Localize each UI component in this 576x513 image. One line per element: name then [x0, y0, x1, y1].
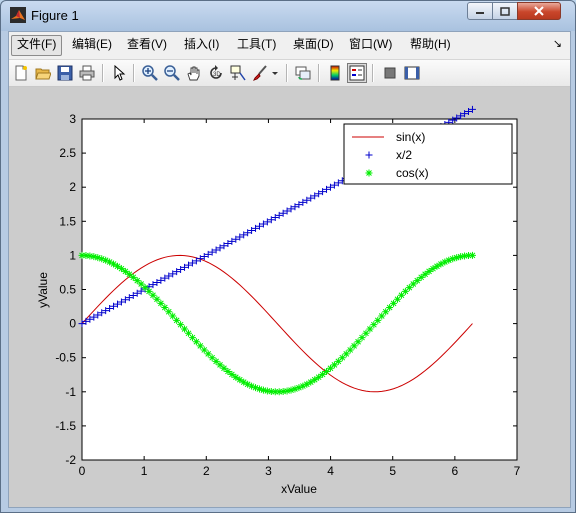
menu-tools[interactable]: 工具(T)	[232, 35, 281, 54]
x-tick-label: 4	[327, 464, 334, 478]
rotate-3d-icon: 3D	[210, 65, 222, 79]
show-plot-tools-icon	[404, 66, 420, 80]
x-tick-label: 1	[141, 464, 148, 478]
minimize-icon	[476, 12, 484, 14]
zoom-in-icon	[142, 65, 158, 81]
legend-label: cos(x)	[396, 166, 429, 180]
figure-window: Figure 1 文件(F) 编辑(E) 查看(V) 插入(I) 工具(T) 桌…	[0, 0, 576, 513]
y-axis-label: yValue	[36, 272, 50, 308]
y-tick-label: -0.5	[55, 351, 76, 365]
series-marker	[323, 367, 331, 375]
title-bar[interactable]: Figure 1	[1, 1, 575, 31]
pan-button[interactable]	[184, 63, 204, 83]
toolbar-separator	[318, 64, 320, 82]
zoom-in-button[interactable]	[140, 63, 160, 83]
menu-window[interactable]: 窗口(W)	[344, 35, 397, 54]
y-tick-label: -1	[65, 385, 76, 399]
y-tick-label: 2.5	[59, 146, 76, 160]
x-tick-label: 6	[452, 464, 459, 478]
data-cursor-icon	[230, 65, 246, 81]
x-tick-label: 2	[203, 464, 210, 478]
x-axis-label: xValue	[281, 482, 317, 496]
x-tick-labels: 0 1 2 3 4 5 6 7	[79, 464, 521, 478]
data-cursor-button[interactable]	[228, 63, 248, 83]
hide-plot-tools-button[interactable]	[380, 63, 400, 83]
print-icon	[79, 65, 95, 81]
minimize-button[interactable]	[467, 2, 493, 20]
y-tick-label: 0.5	[59, 283, 76, 297]
edit-plot-button[interactable]	[109, 63, 129, 83]
menu-insert[interactable]: 插入(I)	[179, 35, 224, 54]
insert-legend-icon	[349, 65, 365, 81]
brush-dropdown[interactable]	[270, 63, 280, 83]
print-button[interactable]	[77, 63, 97, 83]
series-marker	[417, 273, 425, 281]
x-tick-label: 3	[265, 464, 272, 478]
x-tick-label: 0	[79, 464, 86, 478]
maximize-icon	[500, 6, 510, 16]
series-marker	[468, 251, 476, 259]
menu-bar: 文件(F) 编辑(E) 查看(V) 插入(I) 工具(T) 桌面(D) 窗口(W…	[9, 32, 570, 58]
menu-file[interactable]: 文件(F)	[11, 35, 63, 56]
y-tick-label: -2	[65, 453, 76, 467]
y-tick-label: -1.5	[55, 419, 76, 433]
close-icon	[534, 6, 544, 16]
link-plot-icon	[295, 66, 311, 80]
menu-edit[interactable]: 编辑(E)	[67, 35, 117, 54]
new-figure-button[interactable]	[11, 63, 31, 83]
menu-help[interactable]: 帮助(H)	[405, 35, 456, 54]
zoom-out-icon	[164, 65, 180, 81]
plot-svg: 0 1 2 3 4 5 6 7 -2 -1.5 -1 -0.5 0 0.5 1 1.5 2 2.5 3 xValu…	[36, 105, 521, 496]
menubar-dock-arrow-icon[interactable]: ↘	[553, 37, 562, 50]
y-tick-label: 3	[69, 112, 76, 126]
menu-desktop[interactable]: 桌面(D)	[288, 35, 339, 54]
figure-canvas: 0 1 2 3 4 5 6 7 -2 -1.5 -1 -0.5 0 0.5 1 1.5 2 2.5 3 xValu…	[9, 87, 570, 507]
brush-icon	[253, 65, 267, 81]
toolbar-separator	[372, 64, 374, 82]
brush-button[interactable]	[250, 63, 270, 83]
svg-text:3D: 3D	[213, 72, 221, 78]
rotate-3d-button[interactable]: 3D	[206, 63, 226, 83]
figure-client-area: 文件(F) 编辑(E) 查看(V) 插入(I) 工具(T) 桌面(D) 窗口(W…	[8, 31, 571, 508]
edit-plot-arrow-icon	[114, 65, 126, 81]
matlab-logo-icon	[10, 7, 26, 23]
x-tick-label: 7	[514, 464, 521, 478]
hide-plot-tools-icon	[384, 67, 396, 79]
y-tick-label: 1	[69, 248, 76, 262]
series-marker	[220, 364, 228, 372]
toolbar-separator	[286, 64, 288, 82]
open-file-button[interactable]	[33, 63, 53, 83]
close-button[interactable]	[517, 2, 561, 20]
figure-toolbar: 3D	[9, 59, 570, 87]
y-tick-label: 0	[69, 317, 76, 331]
legend-label: sin(x)	[396, 130, 425, 144]
chevron-down-icon	[272, 72, 278, 75]
save-button[interactable]	[55, 63, 75, 83]
maximize-button[interactable]	[492, 2, 518, 20]
insert-legend-button[interactable]	[347, 63, 367, 83]
toolbar-separator	[133, 64, 135, 82]
series-marker	[224, 367, 232, 375]
window-title: Figure 1	[31, 8, 79, 23]
link-plot-button[interactable]	[293, 63, 313, 83]
show-plot-tools-button[interactable]	[402, 63, 422, 83]
toolbar-separator	[102, 64, 104, 82]
y-tick-label: 1.5	[59, 214, 76, 228]
legend-label: x/2	[396, 148, 412, 162]
new-figure-icon	[15, 65, 27, 81]
save-icon	[57, 65, 73, 81]
y-tick-label: 2	[69, 180, 76, 194]
y-tick-labels: -2 -1.5 -1 -0.5 0 0.5 1 1.5 2 2.5 3	[55, 112, 76, 467]
menu-view[interactable]: 查看(V)	[122, 35, 172, 54]
legend[interactable]: sin(x) x/2 cos(x)	[343, 123, 513, 185]
insert-colorbar-icon	[330, 65, 340, 81]
open-file-icon	[35, 68, 51, 80]
series-marker	[125, 270, 133, 278]
x-tick-label: 5	[389, 464, 396, 478]
legend-swatch	[365, 169, 373, 177]
insert-colorbar-button[interactable]	[325, 63, 345, 83]
zoom-out-button[interactable]	[162, 63, 182, 83]
pan-hand-icon	[187, 66, 200, 81]
series-marker	[319, 370, 327, 378]
